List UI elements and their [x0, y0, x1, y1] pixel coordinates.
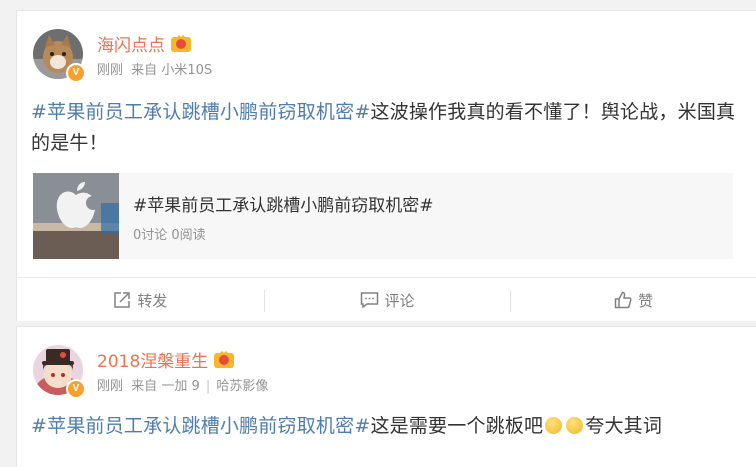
topic-thumbnail — [33, 173, 119, 259]
thinking-emoji-icon — [545, 417, 563, 434]
post-body-tail: 夸大其词 — [585, 415, 663, 437]
topic-card[interactable]: #苹果前员工承认跳槽小鹏前窃取机密# 0讨论 0阅读 — [33, 173, 733, 259]
username[interactable]: 2018涅槃重生 — [97, 347, 208, 372]
like-button[interactable]: 赞 — [510, 278, 756, 322]
comment-label: 评论 — [384, 291, 415, 310]
verified-badge-icon: V — [66, 63, 86, 83]
hashtag-link[interactable]: #苹果前员工承认跳槽小鹏前窃取机密# — [31, 415, 370, 437]
topic-stats: 0讨论 0阅读 — [133, 228, 206, 243]
hashtag-link[interactable]: #苹果前员工承认跳槽小鹏前窃取机密# — [31, 101, 370, 123]
source-prefix: 来自 — [131, 63, 158, 78]
post-source: 小米10S — [161, 63, 213, 78]
post-actions: 转发 评论 赞 — [17, 277, 756, 322]
comment-icon — [360, 292, 378, 309]
like-label: 赞 — [638, 291, 654, 310]
post-card: V 海闪点点 刚刚 来自 小米10S #苹果前员工承认跳槽小鹏前窃取机密#这波操… — [16, 10, 756, 321]
thinking-emoji-icon — [566, 417, 584, 434]
post-body: 这是需要一个跳板吧 — [370, 415, 544, 437]
post-time: 刚刚 — [97, 379, 124, 394]
repost-button[interactable]: 转发 — [17, 278, 264, 322]
post-card: V 2018涅槃重生 刚刚 来自 一加 9 | 哈苏影像 #苹果前员工承认跳槽小… — [16, 326, 756, 467]
post-source: 一加 9 — [161, 379, 200, 394]
like-icon — [614, 291, 632, 309]
meta-separator: | — [205, 379, 211, 394]
crown-icon — [171, 35, 191, 52]
verified-badge-icon: V — [66, 379, 86, 399]
username[interactable]: 海闪点点 — [97, 31, 165, 56]
post-meta: 刚刚 来自 一加 9 | 哈苏影像 — [97, 375, 268, 394]
topic-title[interactable]: #苹果前员工承认跳槽小鹏前窃取机密# — [133, 191, 434, 216]
source-prefix: 来自 — [131, 379, 158, 394]
post-location: 哈苏影像 — [216, 379, 269, 394]
repost-label: 转发 — [137, 291, 168, 310]
repost-icon — [114, 292, 131, 308]
post-text: #苹果前员工承认跳槽小鹏前窃取机密#这波操作我真的看不懂了！舆论战，米国真的是牛… — [31, 97, 741, 159]
post-meta: 刚刚 来自 小米10S — [97, 59, 212, 78]
crown-icon — [214, 351, 235, 368]
comment-button[interactable]: 评论 — [263, 278, 511, 322]
post-text: #苹果前员工承认跳槽小鹏前窃取机密#这是需要一个跳板吧 夸大其词 — [31, 411, 741, 442]
post-time: 刚刚 — [97, 63, 124, 78]
